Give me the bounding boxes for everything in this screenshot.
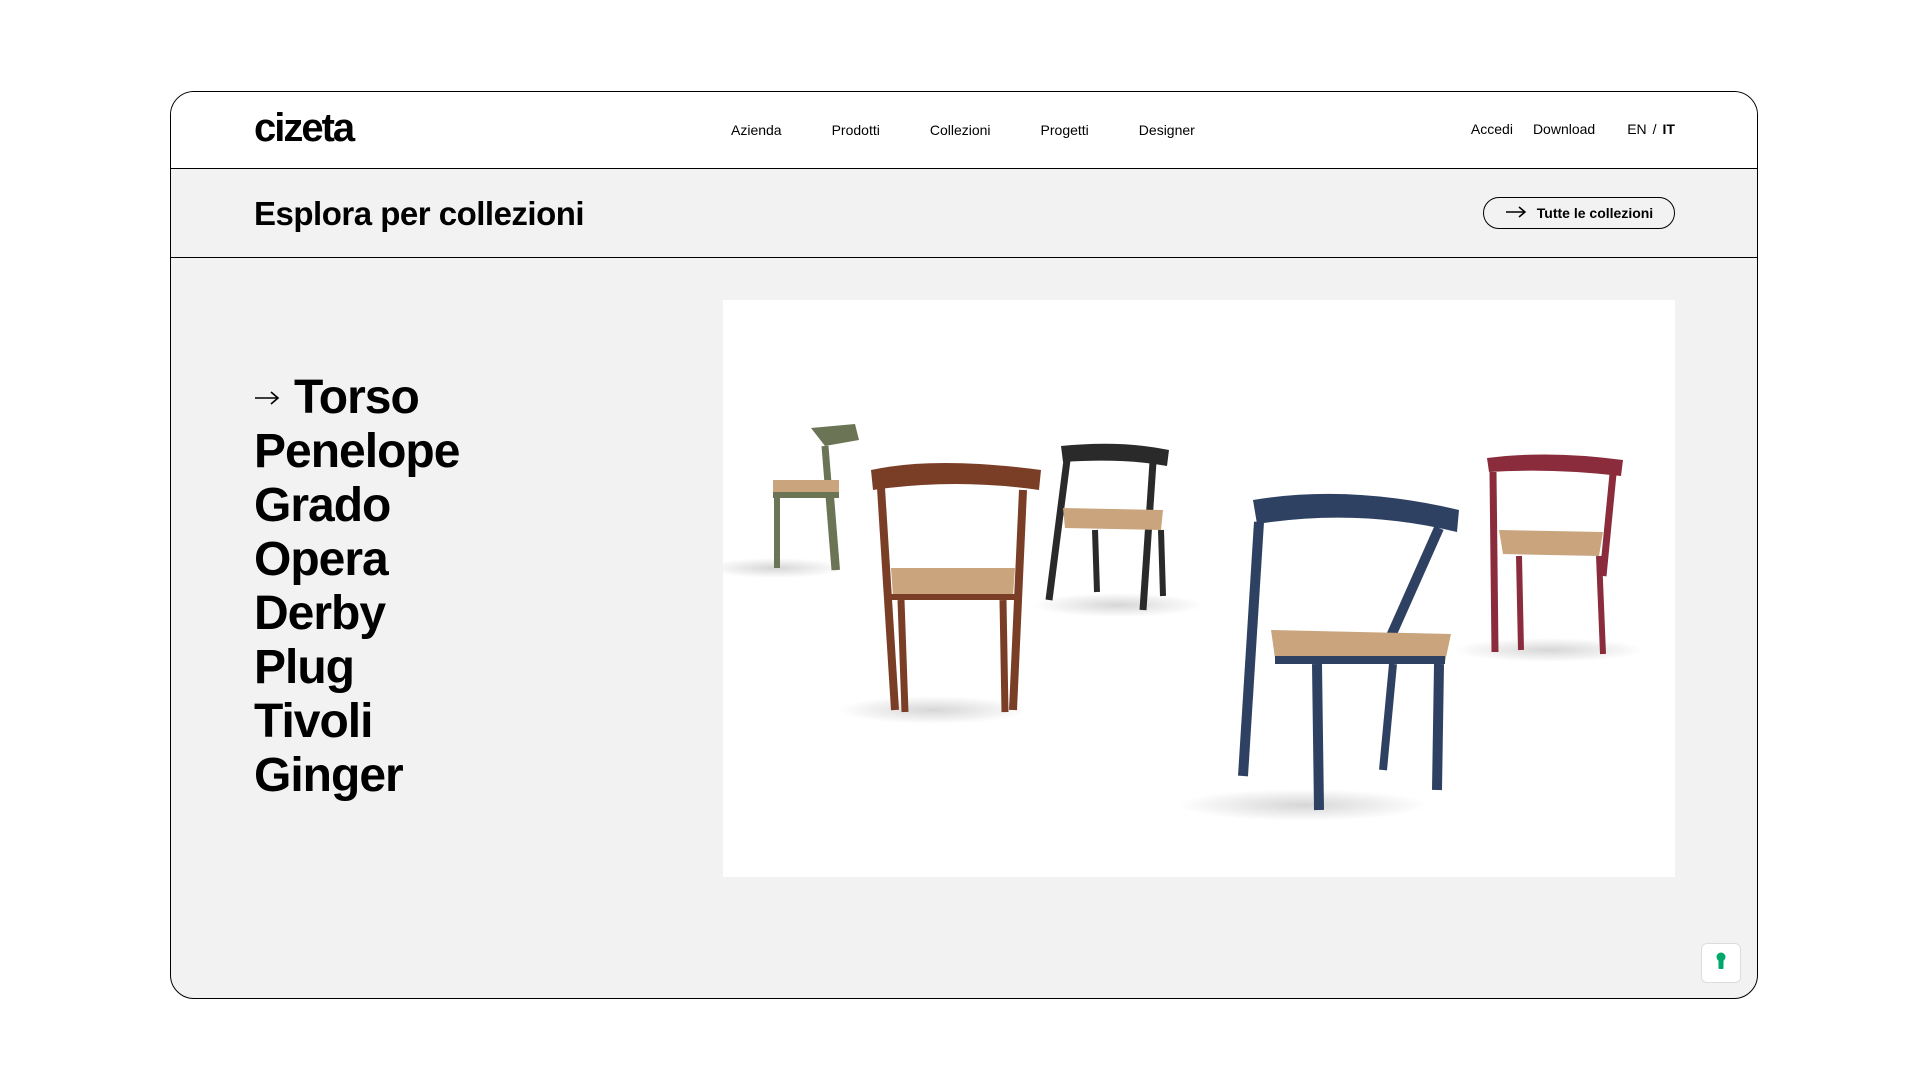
collection-label: Grado xyxy=(254,479,391,532)
nav-item-progetti[interactable]: Progetti xyxy=(1041,122,1089,138)
chair-green xyxy=(723,424,859,578)
section-header: Esplora per collezioni Tutte le collezio… xyxy=(171,169,1757,258)
collections-list: Torso Penelope Grado Opera Derby Plug Ti… xyxy=(254,371,460,803)
lang-en-link[interactable]: EN xyxy=(1627,121,1646,137)
collection-item-derby[interactable]: Derby xyxy=(254,587,459,641)
collection-item-plug[interactable]: Plug xyxy=(254,641,459,695)
chair-blue xyxy=(1178,493,1459,821)
keyhole-icon xyxy=(1714,951,1728,976)
cookie-settings-button[interactable] xyxy=(1701,943,1741,983)
chair-red xyxy=(1454,454,1644,662)
collection-label: Tivoli xyxy=(254,695,373,748)
collection-label: Penelope xyxy=(254,425,460,478)
nav-item-designer[interactable]: Designer xyxy=(1139,122,1195,138)
arrow-right-icon xyxy=(254,390,280,406)
all-collections-label: Tutte le collezioni xyxy=(1536,205,1654,221)
brand-logo[interactable]: cizeta xyxy=(254,106,355,151)
nav-item-prodotti[interactable]: Prodotti xyxy=(832,122,880,138)
top-navigation: cizeta Azienda Prodotti Collezioni Proge… xyxy=(171,92,1757,169)
section-title: Esplora per collezioni xyxy=(254,195,585,232)
download-link[interactable]: Download xyxy=(1533,121,1595,137)
collection-label: Derby xyxy=(254,587,386,640)
language-switcher: EN / IT xyxy=(1627,121,1675,137)
chair-black xyxy=(1033,443,1203,617)
collection-product-image[interactable] xyxy=(723,300,1675,877)
all-collections-button[interactable]: Tutte le collezioni xyxy=(1483,197,1675,229)
nav-item-collezioni[interactable]: Collezioni xyxy=(930,122,991,138)
lang-it-link[interactable]: IT xyxy=(1663,121,1675,137)
utility-nav: Accedi Download EN / IT xyxy=(1451,121,1675,137)
collection-label: Ginger xyxy=(254,749,404,802)
collection-item-opera[interactable]: Opera xyxy=(254,533,459,587)
login-link[interactable]: Accedi xyxy=(1471,121,1513,137)
collection-item-grado[interactable]: Grado xyxy=(254,479,459,533)
collection-label: Plug xyxy=(254,641,355,694)
lang-separator: / xyxy=(1652,121,1657,137)
collection-item-tivoli[interactable]: Tivoli xyxy=(254,695,459,749)
chairs-illustration xyxy=(723,424,1644,821)
collection-label: Torso xyxy=(294,371,420,424)
arrow-right-icon xyxy=(1505,205,1527,221)
main-nav: Azienda Prodotti Collezioni Progetti Des… xyxy=(731,122,1245,138)
chair-brown xyxy=(838,463,1041,724)
collection-item-ginger[interactable]: Ginger xyxy=(254,749,459,803)
collection-item-torso[interactable]: Torso xyxy=(254,371,459,425)
browser-frame: cizeta Azienda Prodotti Collezioni Proge… xyxy=(170,91,1758,999)
nav-item-azienda[interactable]: Azienda xyxy=(731,122,782,138)
collection-item-penelope[interactable]: Penelope xyxy=(254,425,460,479)
collection-label: Opera xyxy=(254,533,389,586)
